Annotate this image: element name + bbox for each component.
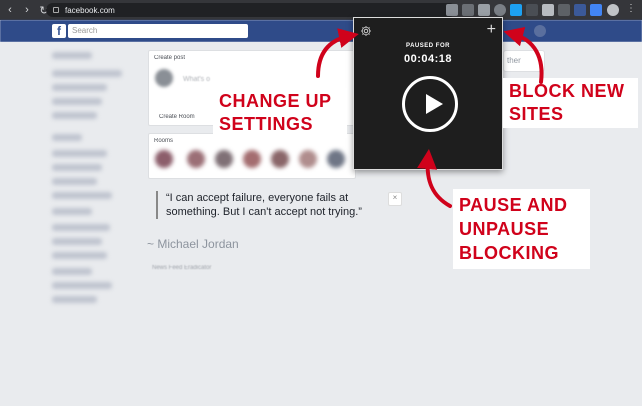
annotation-arrows xyxy=(316,26,544,208)
arrow-to-block xyxy=(503,26,544,84)
arrow-to-settings xyxy=(316,28,359,78)
arrow-to-pause xyxy=(417,149,452,208)
